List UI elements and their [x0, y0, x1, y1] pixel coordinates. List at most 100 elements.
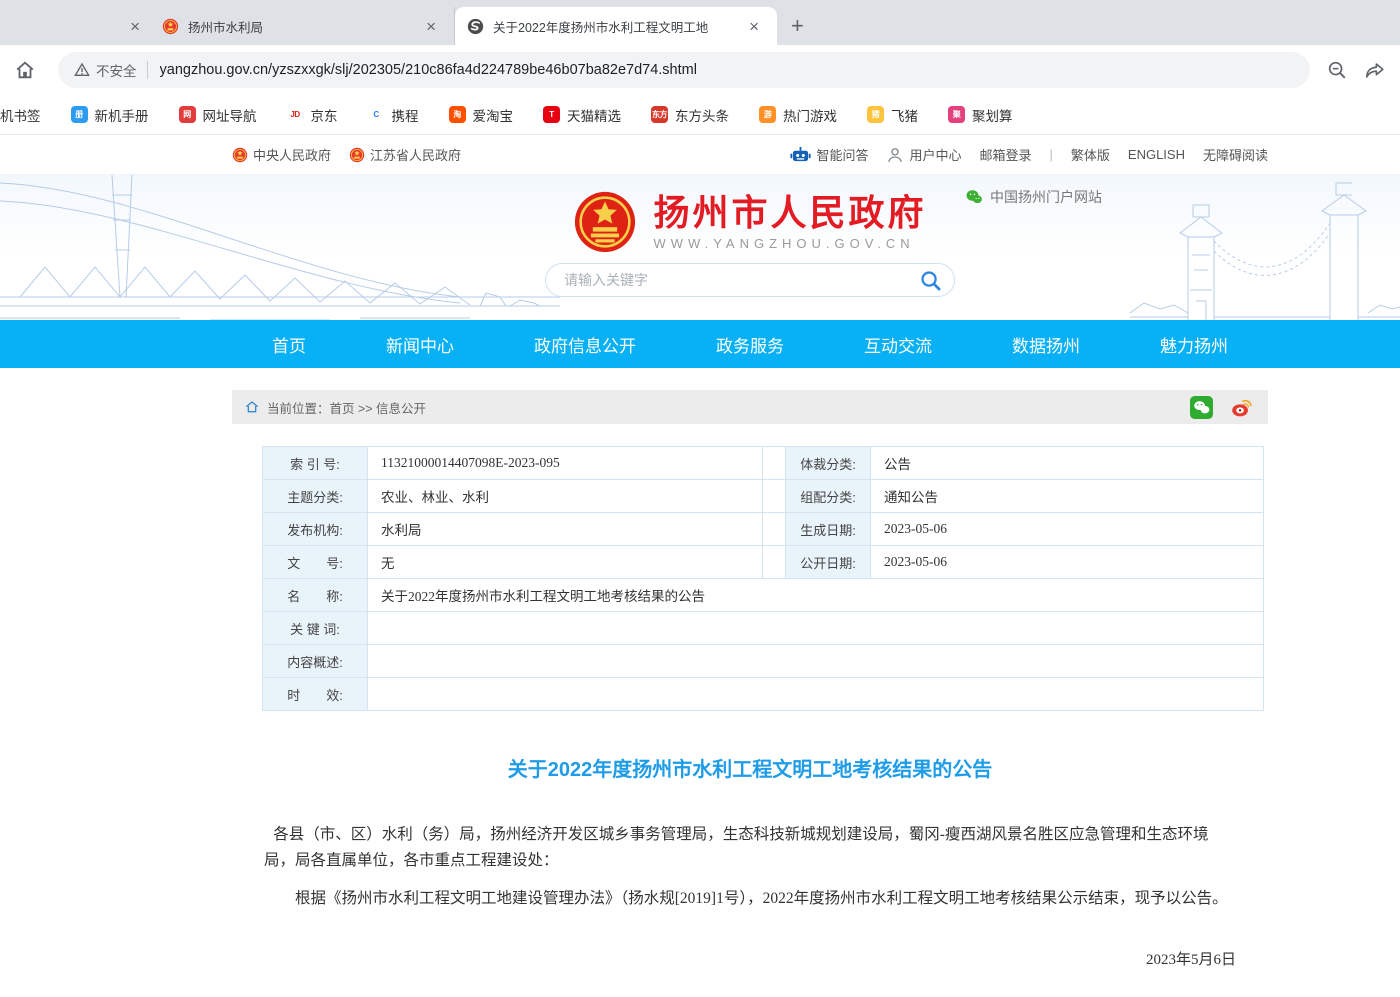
wechat-share-icon[interactable] [1190, 396, 1213, 419]
search-input[interactable] [564, 272, 919, 288]
bookmark-item[interactable]: 机书签 [0, 105, 41, 125]
tab-partial[interactable]: × [0, 7, 150, 45]
address-bar[interactable]: 不安全 yangzhou.gov.cn/yzszxxgk/slj/202305/… [58, 52, 1310, 88]
search-icon[interactable] [919, 269, 942, 292]
close-icon[interactable]: × [416, 18, 446, 35]
tab-title: 关于2022年度扬州市水利工程文明工地 [493, 17, 739, 36]
meta-value: 关于2022年度扬州市水利工程文明工地考核结果的公告 [367, 579, 1264, 611]
nav-item[interactable]: 政府信息公开 [534, 332, 636, 357]
close-icon[interactable]: × [739, 18, 769, 35]
weibo-share-icon[interactable] [1230, 396, 1253, 419]
portal-label: 中国扬州门户网站 [990, 187, 1102, 207]
bookmark-label: 网址导航 [203, 105, 257, 125]
zoom-out-icon[interactable] [1326, 59, 1348, 81]
article-paragraph: 各县（市、区）水利（务）局，扬州经济开发区城乡事务管理局，生态科技新城规划建设局… [264, 822, 1236, 874]
browser-tab-strip: × 扬州市水利局 × 关于2022年度扬州市水利工程文明工地 × + [0, 0, 1400, 45]
meta-value: 水利局 [367, 513, 762, 545]
national-emblem-icon [573, 190, 637, 254]
meta-label: 时 效: [262, 678, 367, 710]
bookmark-label: 机书签 [0, 105, 41, 125]
article-paragraph: 根据《扬州市水利工程文明工地建设管理办法》（扬水规[2019]1号），2022年… [264, 886, 1236, 912]
meta-label: 文 号: [262, 546, 367, 578]
tab-shuiliju[interactable]: 扬州市水利局 × [150, 7, 455, 45]
meta-label: 生成日期: [785, 513, 870, 545]
url-text[interactable]: yangzhou.gov.cn/yzszxxgk/slj/202305/210c… [160, 62, 697, 78]
meta-spacer [762, 513, 785, 545]
gov-links: 中央人民政府 江苏省人民政府 [232, 145, 461, 164]
new-tab-button[interactable]: + [791, 15, 804, 37]
english-link[interactable]: ENGLISH [1128, 147, 1185, 162]
gov-topbar: 中央人民政府 江苏省人民政府 智能问答 用户中心 邮箱登录 | 繁体版 ENGL… [0, 135, 1400, 175]
divider: | [1050, 147, 1053, 162]
bookmarks-bar: 机书签 册 新机手册 网 网址导航 JD 京东 C 携程 淘 爱淘宝 T 天猫精… [0, 95, 1400, 135]
portal-tag[interactable]: 中国扬州门户网站 [965, 187, 1102, 207]
nav-item[interactable]: 政务服务 [716, 332, 784, 357]
traditional-link[interactable]: 繁体版 [1071, 145, 1110, 164]
divider [147, 61, 148, 79]
bookmark-favicon: 猪 [867, 106, 884, 123]
document-meta-table: 索 引 号: 11321000014407098E-2023-095 体裁分类:… [262, 446, 1264, 711]
bookmark-label: 聚划算 [972, 105, 1013, 125]
site-url: WWW.YANGZHOU.GOV.CN [653, 236, 926, 251]
meta-row: 时 效: [262, 678, 1264, 711]
tab-active-announcement[interactable]: 关于2022年度扬州市水利工程文明工地 × [455, 7, 777, 45]
article-date: 2023年5月6日 [264, 948, 1236, 969]
warning-icon [74, 62, 90, 78]
nav-item[interactable]: 数据扬州 [1012, 332, 1080, 357]
security-status[interactable]: 不安全 [96, 60, 137, 80]
announcement-article: 关于2022年度扬州市水利工程文明工地考核结果的公告 各县（市、区）水利（务）局… [232, 753, 1268, 997]
nav-item[interactable]: 魅力扬州 [1160, 332, 1228, 357]
gov-link[interactable]: 中央人民政府 [232, 145, 331, 164]
bookmark-item[interactable]: 东方 东方头条 [651, 105, 729, 125]
bookmark-label: 天猫精选 [567, 105, 621, 125]
meta-label: 主题分类: [262, 480, 367, 512]
site-banner: 扬州市人民政府 WWW.YANGZHOU.GOV.CN 中国扬州门户网站 [0, 175, 1400, 320]
site-name: 扬州市人民政府 [653, 193, 926, 233]
bookmark-favicon: 网 [179, 106, 196, 123]
meta-row: 主题分类: 农业、林业、水利 组配分类: 通知公告 [262, 480, 1264, 513]
accessibility-link[interactable]: 无障碍阅读 [1203, 145, 1268, 164]
bookmark-item[interactable]: 游 热门游戏 [759, 105, 837, 125]
meta-spacer [762, 546, 785, 578]
close-icon[interactable]: × [120, 18, 150, 35]
smart-qa-link[interactable]: 智能问答 [790, 145, 868, 164]
gov-link[interactable]: 江苏省人民政府 [349, 145, 461, 164]
nav-item[interactable]: 新闻中心 [386, 332, 454, 357]
breadcrumb: 当前位置：首页 >> 信息公开 [267, 398, 426, 417]
meta-spacer [762, 480, 785, 512]
meta-value: 2023-05-06 [870, 546, 1264, 578]
nav-item[interactable]: 互动交流 [864, 332, 932, 357]
share-icon[interactable] [1364, 59, 1386, 81]
meta-label: 组配分类: [785, 480, 870, 512]
bookmark-item[interactable]: 淘 爱淘宝 [449, 105, 514, 125]
nav-item[interactable]: 首页 [272, 332, 306, 357]
bookmark-favicon: C [368, 106, 385, 123]
meta-row: 名 称: 关于2022年度扬州市水利工程文明工地考核结果的公告 [262, 579, 1264, 612]
bookmark-favicon: 聚 [948, 106, 965, 123]
mail-login-link[interactable]: 邮箱登录 [979, 145, 1031, 164]
meta-row: 索 引 号: 11321000014407098E-2023-095 体裁分类:… [262, 447, 1264, 480]
user-center-link[interactable]: 用户中心 [886, 145, 961, 164]
bookmark-item[interactable]: C 携程 [368, 105, 419, 125]
meta-value [367, 612, 1264, 644]
tab-title: 扬州市水利局 [188, 17, 416, 36]
home-breadcrumb-icon[interactable] [244, 399, 260, 415]
meta-label: 公开日期: [785, 546, 870, 578]
meta-label: 发布机构: [262, 513, 367, 545]
bookmark-item[interactable]: 猪 飞猪 [867, 105, 918, 125]
meta-value [367, 645, 1264, 677]
bookmark-item[interactable]: JD 京东 [287, 105, 338, 125]
bookmark-item[interactable]: 网 网址导航 [179, 105, 257, 125]
bookmark-item[interactable]: T 天猫精选 [543, 105, 621, 125]
user-icon [886, 146, 904, 164]
gov-emblem-icon [349, 147, 365, 163]
site-logo[interactable]: 扬州市人民政府 WWW.YANGZHOU.GOV.CN [232, 190, 1268, 254]
bookmark-item[interactable]: 聚 聚划算 [948, 105, 1013, 125]
article-title: 关于2022年度扬州市水利工程文明工地考核结果的公告 [264, 753, 1236, 782]
meta-value [367, 678, 1264, 710]
home-icon[interactable] [14, 59, 36, 81]
bookmark-favicon: 游 [759, 106, 776, 123]
bookmark-favicon: 册 [71, 106, 88, 123]
bookmark-item[interactable]: 册 新机手册 [71, 105, 149, 125]
meta-value: 公告 [870, 447, 1264, 479]
